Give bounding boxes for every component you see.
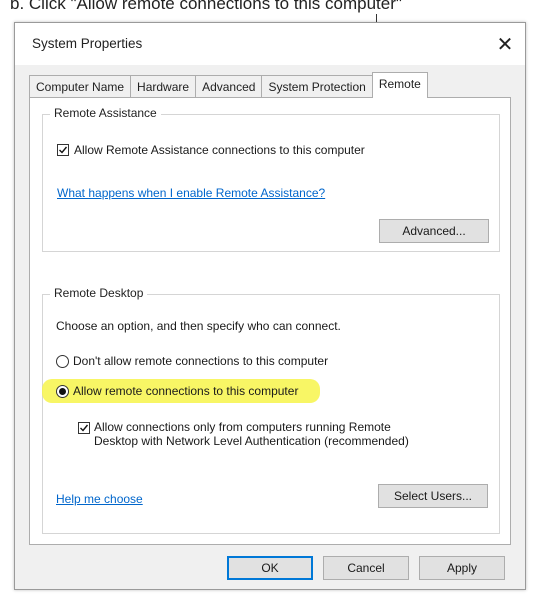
nla-label-line1[interactable]: Allow connections only from computers ru… [94, 420, 391, 434]
checkmark-icon [59, 146, 68, 154]
remote-assistance-help-link[interactable]: What happens when I enable Remote Assist… [57, 186, 325, 200]
tab-computer-name[interactable]: Computer Name [29, 75, 132, 98]
tab-advanced[interactable]: Advanced [195, 75, 263, 98]
apply-button[interactable]: Apply [419, 556, 505, 580]
title-bar[interactable]: System Properties ✕ [15, 23, 525, 65]
ok-button[interactable]: OK [227, 556, 313, 580]
allow-remote-assistance-label[interactable]: Allow Remote Assistance connections to t… [74, 143, 365, 157]
close-button[interactable]: ✕ [485, 23, 525, 65]
dont-allow-label[interactable]: Don't allow remote connections to this c… [73, 354, 328, 368]
allow-remote-label[interactable]: Allow remote connections to this compute… [73, 384, 298, 398]
tab-system-protection[interactable]: System Protection [261, 75, 373, 98]
remote-desktop-instruction: Choose an option, and then specify who c… [56, 319, 341, 333]
remote-assistance-group: Remote Assistance Allow Remote Assistanc… [42, 106, 500, 252]
remote-desktop-group-title: Remote Desktop [50, 286, 148, 300]
tab-hardware[interactable]: Hardware [130, 75, 197, 98]
system-properties-dialog: System Properties ✕ Computer Name Hardwa… [14, 22, 526, 590]
nla-checkbox[interactable] [78, 422, 90, 434]
nla-label-line2[interactable]: Desktop with Network Level Authenticatio… [94, 434, 409, 448]
allow-remote-assistance-checkbox[interactable] [57, 144, 69, 156]
remote-assistance-group-title: Remote Assistance [50, 106, 161, 120]
instruction-caption: b. Click "Allow remote connections to th… [10, 0, 402, 13]
tab-strip: Computer Name Hardware Advanced System P… [29, 72, 428, 98]
dialog-title: System Properties [32, 36, 143, 51]
help-me-choose-link[interactable]: Help me choose [56, 492, 143, 506]
select-users-button[interactable]: Select Users... [378, 484, 488, 508]
allow-remote-radio[interactable] [56, 385, 69, 398]
cancel-button[interactable]: Cancel [323, 556, 409, 580]
radio-selected-dot [59, 388, 66, 395]
checkmark-icon [80, 424, 89, 432]
dont-allow-radio[interactable] [56, 355, 69, 368]
close-icon: ✕ [496, 33, 514, 56]
advanced-button[interactable]: Advanced... [379, 219, 489, 243]
remote-tab-panel: Remote Assistance Allow Remote Assistanc… [29, 97, 511, 545]
tab-remote[interactable]: Remote [371, 72, 428, 98]
